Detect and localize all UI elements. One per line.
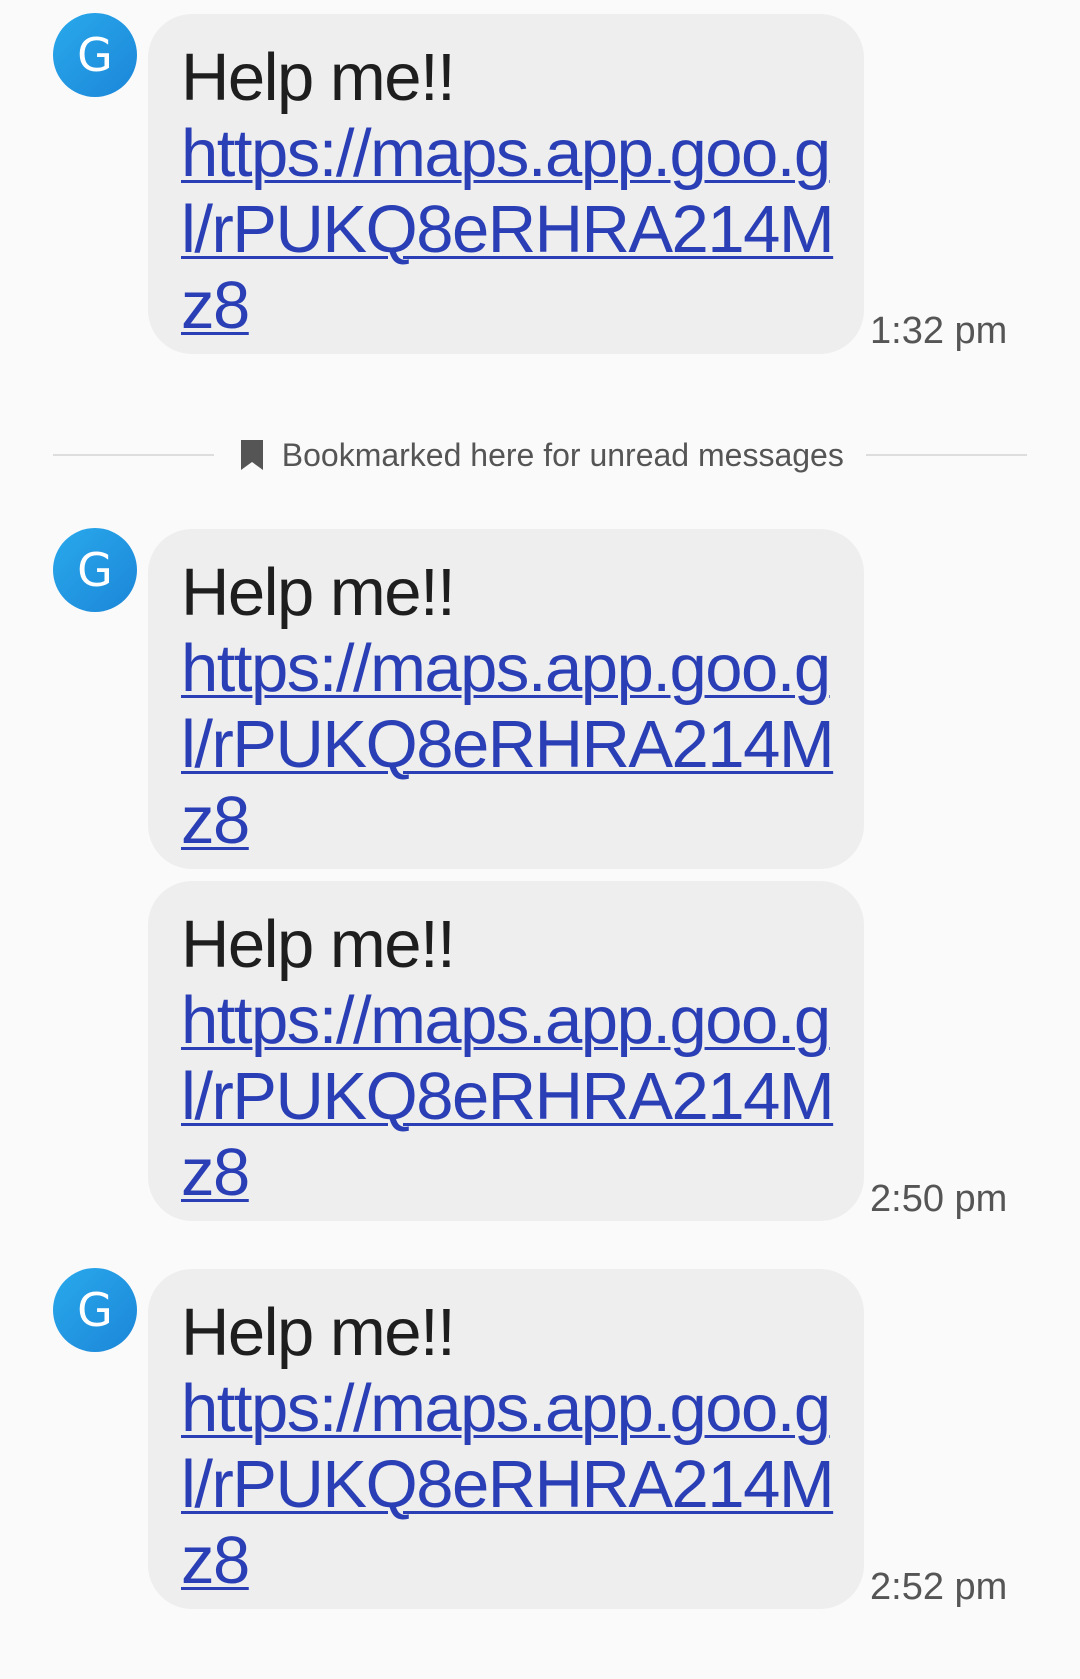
map-link[interactable]: https://maps.app.goo.gl/rPUKQ8eRHRA214Mz…	[181, 631, 836, 859]
message-bubble[interactable]: Help me!! https://maps.app.goo.gl/rPUKQ8…	[148, 881, 864, 1221]
bookmark-icon	[234, 437, 270, 473]
divider-line	[53, 454, 215, 456]
avatar-letter: G	[77, 543, 113, 597]
message-text: Help me!!	[181, 40, 456, 115]
divider-label: Bookmarked here for unread messages	[281, 436, 844, 473]
map-link[interactable]: https://maps.app.goo.gl/rPUKQ8eRHRA214Mz…	[181, 1371, 836, 1599]
message-bubble[interactable]: Help me!! https://maps.app.goo.gl/rPUKQ8…	[148, 1269, 864, 1609]
avatar-letter: G	[77, 28, 113, 82]
map-link[interactable]: https://maps.app.goo.gl/rPUKQ8eRHRA214Mz…	[181, 983, 836, 1211]
avatar-letter: G	[77, 1283, 113, 1337]
message-text: Help me!!	[181, 555, 456, 630]
sender-avatar[interactable]: G	[53, 1268, 137, 1352]
unread-bookmark-divider: Bookmarked here for unread messages	[53, 437, 1027, 473]
message-timestamp: 2:52 pm	[870, 1566, 1008, 1608]
map-link[interactable]: https://maps.app.goo.gl/rPUKQ8eRHRA214Mz…	[181, 116, 836, 344]
message-bubble[interactable]: Help me!! https://maps.app.goo.gl/rPUKQ8…	[148, 14, 864, 354]
sender-avatar[interactable]: G	[53, 13, 137, 97]
message-text: Help me!!	[181, 1295, 456, 1370]
message-bubble[interactable]: Help me!! https://maps.app.goo.gl/rPUKQ8…	[148, 529, 864, 869]
message-timestamp: 2:50 pm	[870, 1178, 1008, 1220]
message-text: Help me!!	[181, 907, 456, 982]
sender-avatar[interactable]: G	[53, 528, 137, 612]
message-timestamp: 1:32 pm	[870, 310, 1008, 352]
divider-line	[865, 454, 1027, 456]
